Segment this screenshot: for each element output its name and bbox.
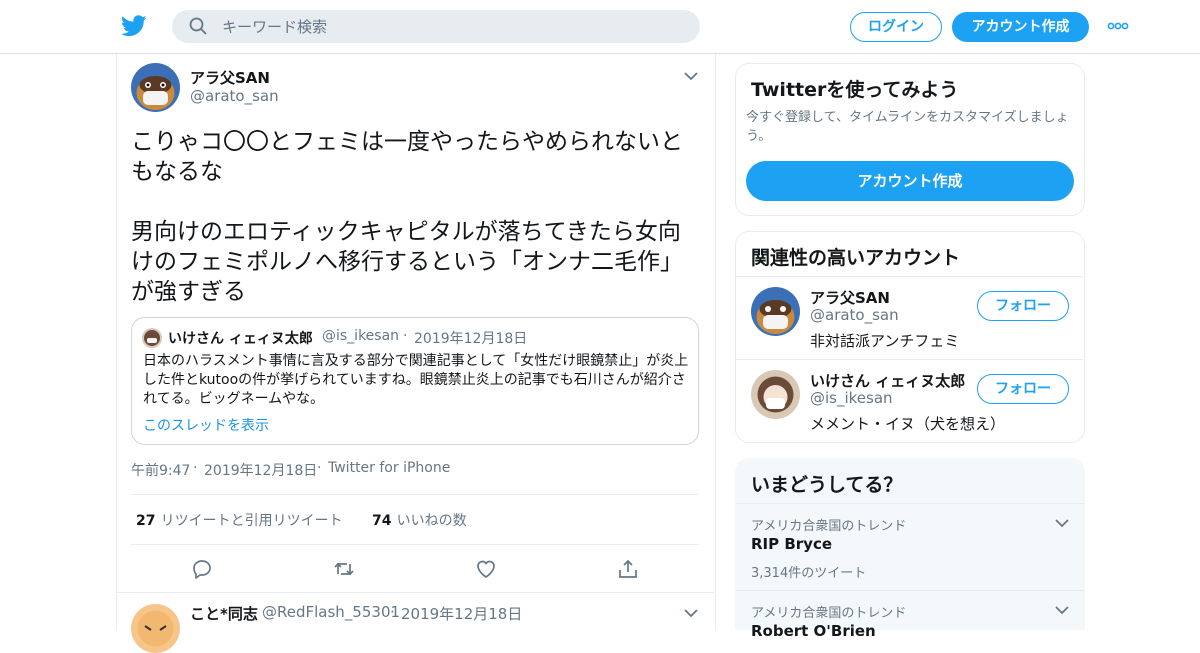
login-button[interactable]: ログイン: [850, 12, 942, 42]
signup-card-title: Twitterを使ってみよう: [751, 79, 959, 101]
reply-author-handle[interactable]: @RedFlash_55301: [262, 603, 400, 621]
divider: [735, 503, 1085, 504]
reply-date[interactable]: 2019年12月18日: [401, 603, 522, 624]
author-name[interactable]: アラ父SAN: [190, 67, 270, 88]
divider: [736, 359, 1083, 360]
chevron-down-icon[interactable]: [684, 609, 698, 618]
tweet-time[interactable]: 午前9:47: [131, 460, 190, 480]
reply-icon[interactable]: [191, 558, 213, 580]
quoted-text: 日本のハラスメント事情に言及する部分で関連記事として「女性だけ眼鏡禁止」が炎上し…: [143, 353, 689, 407]
related-accounts-title: 関連性の高いアカウント: [751, 247, 961, 269]
like-label: いいねの数: [396, 513, 467, 529]
quoted-date: 2019年12月18日: [414, 331, 528, 347]
show-thread-link[interactable]: このスレッドを表示: [143, 415, 269, 435]
retweet-icon[interactable]: [333, 558, 355, 580]
author-handle[interactable]: @arato_san: [190, 87, 279, 105]
quoted-author-name: いけさん ィェィヌ太郎: [168, 331, 313, 347]
retweet-label: リツイートと引用リツイート: [160, 513, 343, 529]
search-input[interactable]: [214, 10, 700, 43]
tweet-text: こりゃコ〇〇とフェミは一度やったらやめられないともなるな 男向けのエロティックキ…: [131, 129, 683, 305]
signup-card-subtitle: 今すぐ登録して、タイムラインをカスタマイズしましょう。: [746, 110, 1069, 144]
tweet-date[interactable]: 2019年12月18日: [204, 460, 317, 480]
related-account-name[interactable]: アラ父SAN: [810, 287, 890, 308]
divider: [736, 276, 1083, 277]
quoted-author-avatar: [142, 328, 162, 348]
chevron-down-icon[interactable]: [684, 72, 698, 81]
related-account-avatar[interactable]: [751, 370, 800, 419]
trend-context: アメリカ合衆国のトレンド: [751, 519, 907, 534]
signup-card-button[interactable]: アカウント作成: [746, 161, 1074, 201]
related-account-name[interactable]: いけさん ィェィヌ太郎: [810, 370, 965, 391]
related-account-bio: メメント・イヌ（犬を想え）: [810, 415, 1006, 433]
trend-name[interactable]: RIP Bryce: [751, 535, 832, 553]
share-icon[interactable]: [617, 558, 639, 580]
meta-separator: ·: [317, 460, 322, 476]
retweet-count: 27: [136, 513, 156, 529]
related-account-avatar[interactable]: [751, 287, 800, 336]
reply-author-avatar[interactable]: [131, 604, 180, 653]
signup-button[interactable]: アカウント作成: [952, 12, 1089, 42]
retweet-stats[interactable]: 27 リツイートと引用リツイート: [136, 510, 343, 530]
trend-context: アメリカ合衆国のトレンド: [751, 606, 907, 621]
divider: [117, 592, 714, 593]
related-account-bio: 非対話派アンチフェミ: [810, 332, 960, 350]
more-icon[interactable]: [1107, 20, 1129, 32]
divider: [131, 544, 699, 545]
tweet-source-link[interactable]: Twitter for iPhone: [328, 460, 450, 476]
reply-separator: ·: [390, 603, 395, 621]
divider: [131, 494, 699, 495]
follow-button[interactable]: フォロー: [977, 291, 1069, 321]
like-count: 74: [372, 513, 392, 529]
divider: [735, 590, 1085, 591]
trend-count: 3,314件のツイート: [751, 566, 867, 581]
like-stats[interactable]: 74 いいねの数: [372, 510, 467, 530]
quoted-author-handle: @is_ikesan: [322, 328, 400, 344]
reply-author-name[interactable]: こと*同志: [190, 603, 258, 624]
like-icon[interactable]: [475, 558, 497, 580]
related-account-handle[interactable]: @is_ikesan: [810, 389, 893, 407]
chevron-down-icon[interactable]: [1055, 606, 1069, 615]
trends-title: いまどうしてる？: [751, 474, 903, 496]
trend-name[interactable]: Robert O'Brien: [751, 622, 876, 640]
chevron-down-icon[interactable]: [1055, 519, 1069, 528]
author-avatar[interactable]: [131, 63, 180, 112]
follow-button[interactable]: フォロー: [977, 374, 1069, 404]
related-account-handle[interactable]: @arato_san: [810, 306, 899, 324]
meta-separator: ·: [193, 460, 198, 476]
search-icon: [189, 17, 207, 35]
twitter-logo-icon[interactable]: [121, 14, 147, 38]
quoted-separator: ·: [403, 328, 408, 344]
